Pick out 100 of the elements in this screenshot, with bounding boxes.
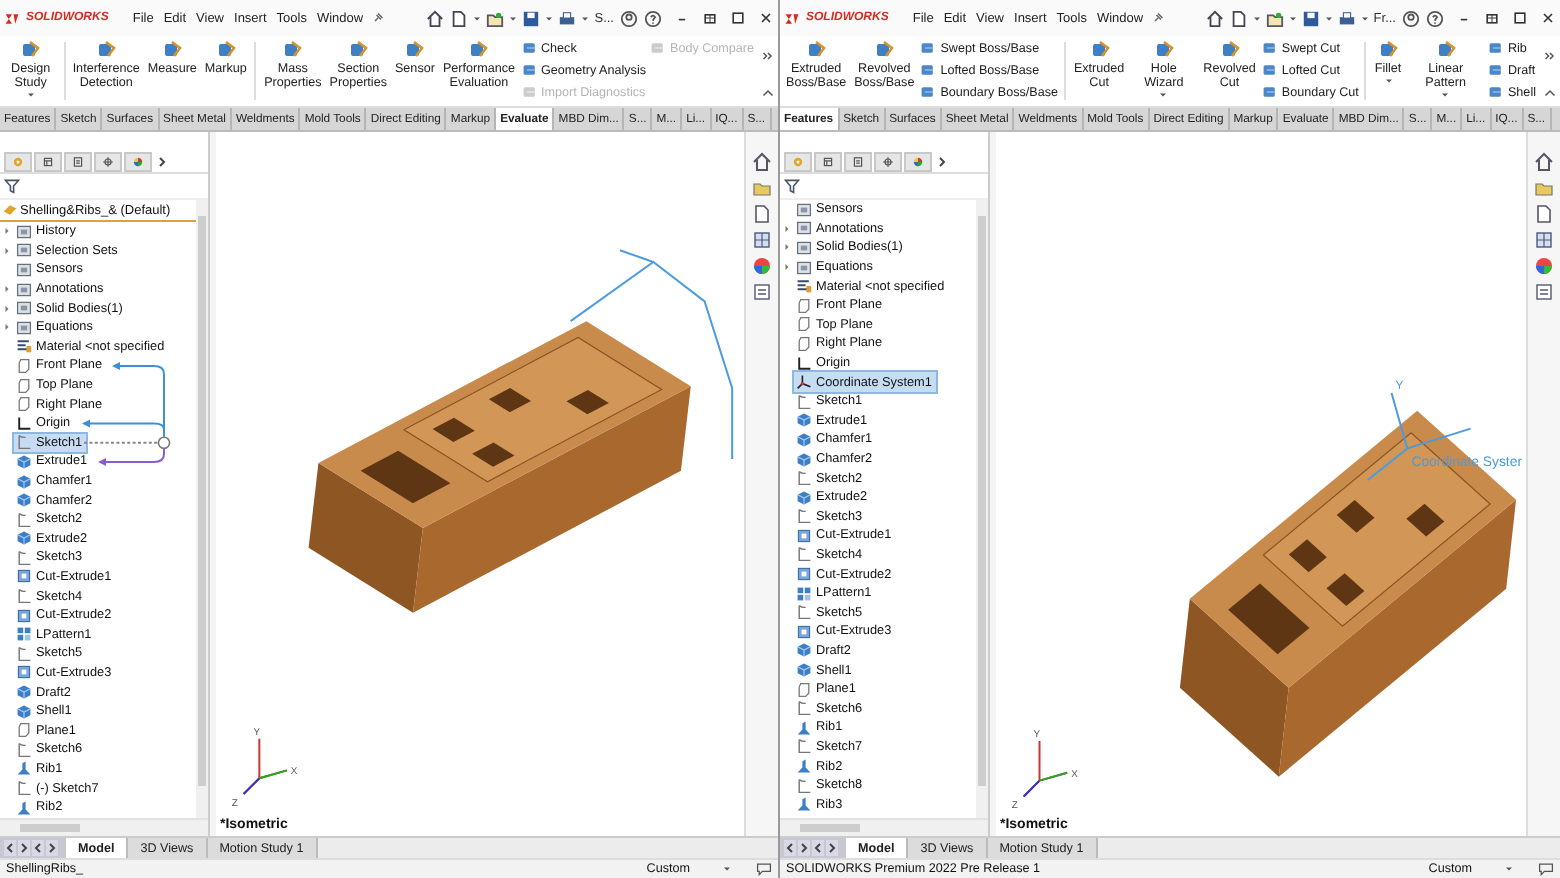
grid-icon[interactable] [752,230,772,250]
block-icon [796,489,812,506]
navigation-arrow-icon[interactable] [4,840,16,856]
material-icon [16,338,32,355]
navigation-arrow-icon[interactable] [46,840,58,856]
help-icon[interactable] [644,9,662,27]
navigation-arrow-icon[interactable] [18,840,30,856]
new-document-icon[interactable] [1229,9,1248,27]
configuration-icon[interactable] [844,151,872,171]
grid-icon[interactable] [1534,230,1554,250]
maximize-icon[interactable] [730,10,746,26]
user-icon[interactable] [620,9,638,27]
new-document-icon[interactable] [450,9,469,27]
message-icon[interactable] [756,862,772,876]
home-icon[interactable] [1205,9,1224,27]
close-icon[interactable] [1540,10,1556,26]
tool-icon [920,62,937,78]
color-wheel-icon[interactable] [124,151,152,171]
caret-icon[interactable] [724,866,730,872]
list-icon[interactable] [1534,282,1554,302]
property-manager-icon[interactable] [34,151,62,171]
navigation-arrow-icon[interactable] [784,840,796,856]
filter-icon[interactable] [784,178,800,194]
maximize-icon[interactable] [1512,10,1528,26]
rib-icon [16,799,32,816]
collapse-icon[interactable] [1544,88,1556,100]
tool-icon [1487,84,1504,100]
save-icon[interactable] [522,9,541,27]
tool-icon [1435,40,1456,60]
sketch-icon [796,700,812,717]
caret-icon[interactable] [1253,15,1260,21]
color-wheel-icon[interactable] [1534,256,1554,276]
open-folder-icon[interactable] [1265,9,1284,27]
print-icon[interactable] [558,9,577,27]
axis-triad-icon [242,737,288,795]
cut-block-icon [796,623,812,640]
color-wheel-icon[interactable] [904,151,932,171]
rib-icon [16,760,32,777]
sketch-icon [16,780,32,797]
navigation-arrow-icon[interactable] [32,840,44,856]
sketch-icon [16,511,32,528]
color-wheel-icon[interactable] [752,256,772,276]
sketch-icon [796,738,812,755]
caret-icon[interactable] [1442,92,1449,99]
caret-icon[interactable] [27,92,34,99]
chevron-icon[interactable] [934,151,950,171]
property-manager-icon[interactable] [814,151,842,171]
crosshair-icon[interactable] [94,151,122,171]
house-icon[interactable] [1534,152,1554,172]
document-icon[interactable] [752,204,772,224]
material-icon [796,278,812,295]
tool-icon [1219,40,1240,60]
caret-icon[interactable] [1361,15,1368,21]
configuration-icon[interactable] [64,151,92,171]
save-icon[interactable] [1301,9,1320,27]
collapse-icon[interactable] [762,88,774,100]
sketch-icon [796,508,812,525]
caret-icon[interactable] [1325,15,1332,21]
cut-block-icon [16,568,32,585]
open-folder-icon[interactable] [486,9,505,27]
pin-icon[interactable] [1151,12,1164,24]
chevron-icon[interactable] [1544,50,1556,62]
caret-icon[interactable] [1160,92,1167,99]
document-icon[interactable] [1534,204,1554,224]
tool-icon [1089,40,1110,60]
caret-icon[interactable] [582,15,589,21]
list-icon[interactable] [752,282,772,302]
crosshair-icon[interactable] [874,151,902,171]
caret-icon[interactable] [546,15,553,21]
user-icon[interactable] [1402,9,1420,27]
navigation-arrow-icon[interactable] [826,840,838,856]
restore-icon[interactable] [1484,10,1500,26]
house-icon[interactable] [752,152,772,172]
block-icon [796,642,812,659]
tool-icon [215,40,236,60]
message-icon[interactable] [1538,862,1554,876]
block-icon [796,451,812,468]
chevron-icon[interactable] [762,50,774,62]
caret-icon[interactable] [1289,15,1296,21]
connector-handle-icon[interactable] [157,436,171,450]
leader-line [83,441,159,444]
help-icon[interactable] [1426,9,1444,27]
tool-icon [162,40,183,60]
print-icon[interactable] [1337,9,1356,27]
axis-triad-icon [1022,740,1069,798]
close-icon[interactable] [758,10,774,26]
caret-icon[interactable] [1506,866,1512,872]
caret-icon[interactable] [510,15,517,21]
pin-icon[interactable] [371,12,384,24]
home-icon[interactable] [426,9,445,27]
navigation-arrow-icon[interactable] [812,840,824,856]
cut-block-icon [796,566,812,583]
tool-icon [1487,62,1504,78]
restore-icon[interactable] [702,10,718,26]
filter-icon[interactable] [4,178,20,194]
sketch-icon [796,604,812,621]
chevron-icon[interactable] [154,151,170,171]
navigation-arrow-icon[interactable] [798,840,810,856]
caret-icon[interactable] [474,15,481,21]
tool-icon [1153,40,1174,60]
